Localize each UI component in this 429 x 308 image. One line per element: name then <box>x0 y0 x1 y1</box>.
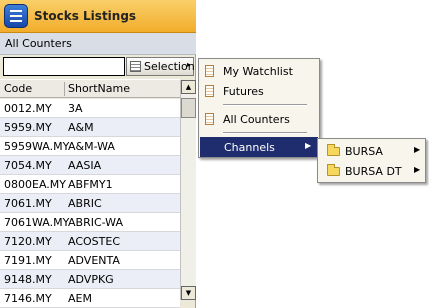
current-list-label: All Counters <box>0 33 196 55</box>
folder-icon <box>327 144 340 156</box>
cell-shortname: ADVPKG <box>68 273 114 286</box>
scroll-down-icon[interactable]: ▼ <box>181 286 196 300</box>
window-title: Stocks Listings <box>34 9 137 23</box>
cell-shortname: ACOSTEC <box>68 235 121 248</box>
cell-shortname: ABRIC-WA <box>68 216 123 229</box>
stock-listings-panel: Stocks Listings All Counters Selection ▸… <box>0 0 196 308</box>
table-body: 0012.MY 3A 5959.MY A&M 5959WA.MY A&M-WA 705… <box>0 99 180 308</box>
table-row[interactable]: 7054.MY AASIA <box>0 156 180 175</box>
cell-shortname: AASIA <box>68 159 102 172</box>
cell-code: 9148.MY <box>4 273 52 286</box>
document-icon <box>205 65 214 77</box>
cell-shortname: 3A <box>68 102 83 115</box>
column-divider[interactable] <box>64 82 65 96</box>
menu-separator <box>223 132 307 134</box>
cell-code: 7120.MY <box>4 235 52 248</box>
folder-icon <box>327 164 340 176</box>
cell-shortname: ABRIC <box>68 197 102 210</box>
cell-shortname: AEM <box>68 292 92 305</box>
scroll-up-icon[interactable]: ▲ <box>181 80 196 94</box>
cell-shortname: ABFMY1 <box>68 178 113 191</box>
scrollbar-thumb[interactable] <box>181 98 196 118</box>
table-row[interactable]: 7191.MY ADVENTA <box>0 251 180 270</box>
menu-item-bursa[interactable]: BURSA ▶ <box>318 141 425 161</box>
column-header-shortname[interactable]: ShortName <box>68 82 130 95</box>
table-row[interactable]: 7120.MY ACOSTEC <box>0 232 180 251</box>
menu-item-label: Channels <box>224 141 275 154</box>
column-header-code[interactable]: Code <box>4 82 32 95</box>
cell-shortname: ADVENTA <box>68 254 120 267</box>
selection-menu: My Watchlist Futures All Counters Channe… <box>198 58 320 158</box>
menu-item-label: BURSA <box>345 145 383 158</box>
grid-icon <box>130 61 141 72</box>
cell-code: 5959WA.MY <box>4 140 70 153</box>
subheader-text: All Counters <box>5 37 72 50</box>
menu-separator <box>223 104 307 106</box>
menu-item-label: All Counters <box>223 113 290 126</box>
cell-shortname: A&M-WA <box>68 140 115 153</box>
table-row[interactable]: 5959WA.MY A&M-WA <box>0 137 180 156</box>
cell-code: 5959.MY <box>4 121 52 134</box>
cell-code: 7061WA.MY <box>4 216 70 229</box>
submenu-arrow-icon: ▶ <box>414 145 421 154</box>
table-row[interactable]: 5959.MY A&M <box>0 118 180 137</box>
document-icon <box>205 85 214 97</box>
cell-shortname: A&M <box>68 121 94 134</box>
table-row[interactable]: 9148.MY ADVPKG <box>0 270 180 289</box>
table-header: Code ShortName <box>0 79 180 98</box>
list-icon[interactable] <box>4 4 28 28</box>
table-row[interactable]: 0800EA.MY ABFMY1 <box>0 175 180 194</box>
menu-item-bursa-dt[interactable]: BURSA DT ▶ <box>318 161 425 181</box>
submenu-arrow-icon: ▶ <box>305 141 312 150</box>
table-row[interactable]: 7146.MY AEM <box>0 289 180 308</box>
selection-button[interactable]: Selection ▸ <box>126 57 195 76</box>
cell-code: 0012.MY <box>4 102 52 115</box>
menu-item-label: Futures <box>223 85 264 98</box>
cell-code: 7054.MY <box>4 159 52 172</box>
cell-code: 0800EA.MY <box>4 178 66 191</box>
channels-submenu: BURSA ▶ BURSA DT ▶ <box>317 138 426 183</box>
table-row[interactable]: 7061WA.MY ABRIC-WA <box>0 213 180 232</box>
menu-item-futures[interactable]: Futures <box>199 81 319 101</box>
submenu-arrow-icon: ▶ <box>414 165 421 174</box>
cell-code: 7146.MY <box>4 292 52 305</box>
table-row[interactable]: 0012.MY 3A <box>0 99 180 118</box>
menu-item-all-counters[interactable]: All Counters <box>199 109 319 129</box>
menu-item-label: My Watchlist <box>223 65 293 78</box>
cell-code: 7191.MY <box>4 254 52 267</box>
chevron-right-icon: ▸ <box>187 60 192 69</box>
table-row[interactable]: 7061.MY ABRIC <box>0 194 180 213</box>
document-icon <box>205 113 214 125</box>
search-input[interactable] <box>3 57 125 76</box>
title-bar: Stocks Listings <box>0 0 196 33</box>
menu-item-my-watchlist[interactable]: My Watchlist <box>199 61 319 81</box>
menu-item-channels[interactable]: Channels ▶ <box>200 137 318 157</box>
menu-item-label: BURSA DT <box>345 165 402 178</box>
vertical-scrollbar[interactable]: ▲ ▼ <box>180 80 196 300</box>
cell-code: 7061.MY <box>4 197 52 210</box>
